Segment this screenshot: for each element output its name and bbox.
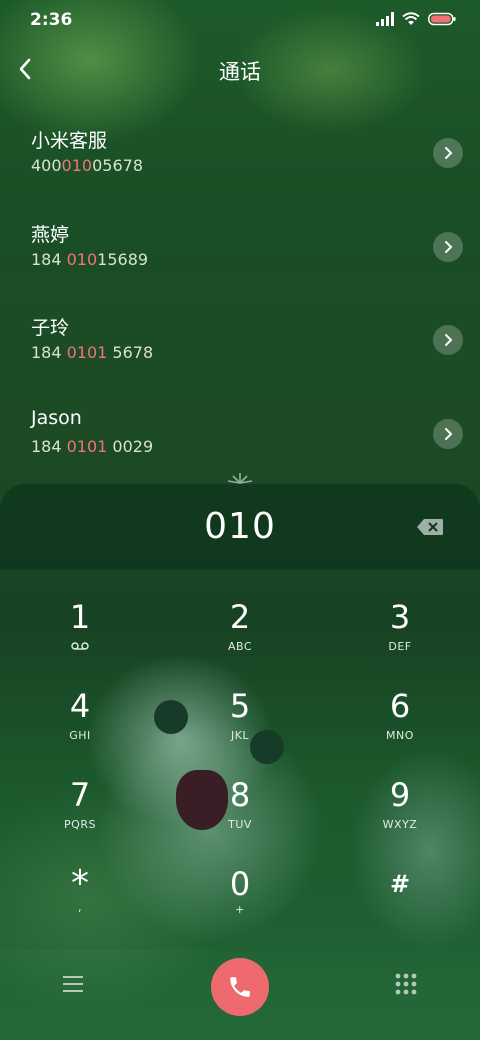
menu-icon[interactable] (58, 972, 88, 996)
battery-icon (428, 12, 456, 26)
key-9[interactable]: 9 WXYZ (340, 766, 460, 846)
contact-detail-button[interactable] (433, 231, 463, 262)
voicemail-icon (20, 640, 140, 653)
contact-suggestion-list: 小米客服 40001005678 燕婷 184 01015689 子玲 184 … (0, 110, 480, 484)
key-1[interactable]: 1 (20, 588, 140, 668)
status-bar: 2:36 (0, 0, 480, 40)
contact-item[interactable]: 小米客服 40001005678 (0, 110, 480, 204)
contact-number: 184 01015689 (31, 249, 149, 269)
contact-name: Jason (31, 406, 82, 429)
header: 通话 (0, 50, 480, 90)
matched-digits: 010 (61, 156, 93, 175)
page-title: 通话 (219, 60, 261, 84)
dial-pad: 1 2 ABC 3 DEF 4 GHI 5 JKL 6 MNO 7 PQRS 8 TUV 9W… (0, 570, 480, 950)
signal-icon (376, 12, 394, 26)
chevron-right-icon (445, 240, 453, 253)
key-7[interactable]: 7 PQRS (20, 766, 140, 846)
matched-digits: 010 (66, 249, 98, 269)
contact-name: 子玲 (31, 317, 70, 339)
contact-detail-button[interactable] (433, 138, 463, 168)
contact-name: 燕婷 (31, 223, 70, 246)
keypad-toggle-icon[interactable] (394, 972, 418, 996)
chevron-right-icon (445, 147, 453, 159)
matched-digits: 0101 (66, 343, 108, 362)
key-2[interactable]: 2 ABC (180, 588, 300, 668)
contact-name: 小米客服 (31, 130, 108, 152)
contact-item[interactable]: 燕婷 184 01015689 (0, 204, 480, 298)
key-hash[interactable]: # (340, 855, 460, 935)
contact-number: 184 0101 0029 (31, 436, 154, 456)
contact-detail-button[interactable] (433, 325, 463, 355)
dialer-display: 010 (0, 484, 480, 570)
backspace-icon[interactable] (416, 518, 444, 536)
contact-number: 184 0101 5678 (31, 343, 154, 362)
key-0[interactable]: 0 + (180, 855, 300, 935)
key-star[interactable]: *, (20, 855, 140, 935)
wifi-icon (402, 12, 420, 25)
key-8[interactable]: 8 TUV (180, 766, 300, 846)
chevron-right-icon (445, 427, 453, 440)
status-icons (376, 12, 456, 26)
key-3[interactable]: 3 DEF (340, 588, 460, 668)
dialed-number[interactable]: 010 (0, 506, 480, 547)
contact-number: 40001005678 (31, 156, 143, 175)
key-5[interactable]: 5 JKL (180, 677, 300, 757)
contact-item[interactable]: 子玲 184 0101 5678 (0, 297, 480, 391)
status-time: 2:36 (30, 10, 73, 30)
contact-detail-button[interactable] (433, 418, 463, 449)
chevron-right-icon (445, 334, 453, 346)
matched-digits: 0101 (66, 436, 108, 456)
key-4[interactable]: 4 GHI (20, 677, 140, 757)
bottom-action-bar (0, 950, 480, 1040)
call-button[interactable] (211, 958, 269, 1016)
key-6[interactable]: 6 MNO (340, 677, 460, 757)
phone-icon (230, 977, 250, 997)
